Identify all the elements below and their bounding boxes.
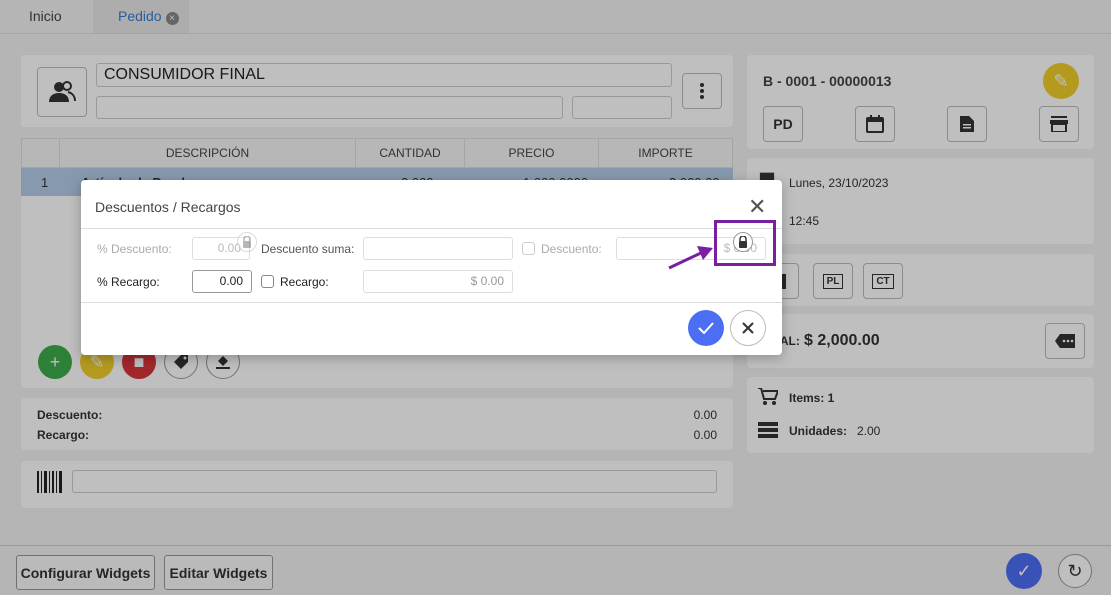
close-icon[interactable]: ✕	[748, 194, 766, 220]
descuento-suma-input[interactable]	[363, 237, 513, 260]
cancel-button[interactable]	[730, 310, 766, 346]
recargo-input[interactable]: $ 0.00	[363, 270, 513, 293]
check-icon	[698, 322, 714, 334]
close-icon	[742, 322, 754, 334]
modal-title: Descuentos / Recargos	[95, 199, 241, 215]
arrow-icon	[668, 246, 713, 270]
recargo-checkbox[interactable]	[261, 275, 274, 288]
descuento-label: Descuento:	[541, 242, 602, 256]
pct-descuento-label: % Descuento:	[97, 242, 172, 256]
pct-recargo-input[interactable]: 0.00	[192, 270, 252, 293]
descuento-suma-label: Descuento suma:	[261, 242, 355, 256]
descuento-checkbox[interactable]	[522, 242, 535, 255]
highlight-box	[714, 220, 776, 266]
pct-recargo-label: % Recargo:	[97, 275, 160, 289]
confirm-button[interactable]	[688, 310, 724, 346]
recargo-label: Recargo:	[280, 275, 329, 289]
modal-divider	[81, 228, 782, 229]
modal-footer-divider	[81, 302, 782, 303]
lock-icon[interactable]	[237, 232, 257, 252]
